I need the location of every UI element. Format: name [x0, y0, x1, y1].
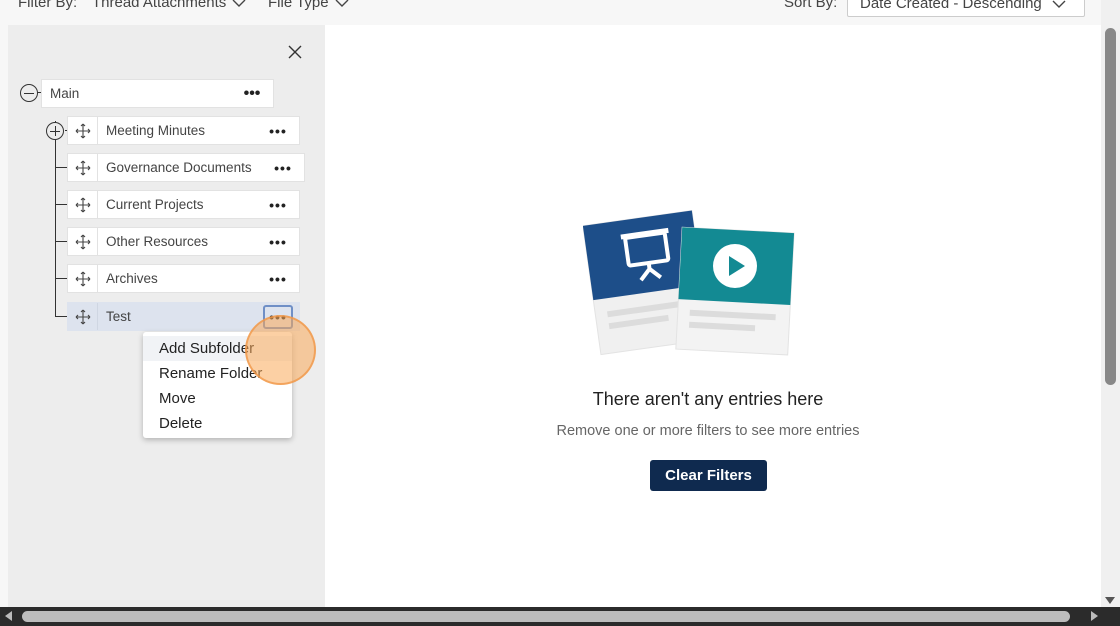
move-icon[interactable]	[68, 154, 98, 181]
filter-by-label: Filter By:	[18, 0, 78, 11]
tree-node-test[interactable]: Test •••	[67, 302, 300, 331]
tree-node-label: Governance Documents	[106, 160, 252, 175]
move-icon[interactable]	[68, 228, 98, 255]
thread-attachments-dropdown[interactable]: Thread Attachments	[92, 0, 246, 11]
tree-node-label: Test	[106, 309, 131, 324]
scroll-left-icon[interactable]	[5, 611, 12, 621]
vertical-scrollbar[interactable]	[1101, 0, 1120, 608]
tree-node-label: Meeting Minutes	[106, 123, 206, 138]
tree-connector	[55, 121, 56, 316]
more-icon[interactable]: •••	[263, 267, 293, 291]
filter-bar: Filter By: Thread Attachments File Type …	[0, 0, 1101, 25]
scrollbar-corner	[1101, 607, 1120, 626]
tree-node-current-projects[interactable]: Current Projects •••	[67, 190, 300, 219]
file-type-dropdown[interactable]: File Type	[268, 0, 349, 11]
collapse-icon[interactable]	[20, 84, 38, 102]
more-icon[interactable]: •••	[237, 85, 267, 103]
more-icon[interactable]: •••	[263, 304, 293, 329]
expand-icon[interactable]	[46, 122, 64, 140]
scroll-down-icon[interactable]	[1105, 597, 1115, 604]
more-icon[interactable]: •••	[263, 119, 293, 143]
menu-item-rename-folder[interactable]: Rename Folder	[143, 361, 292, 386]
move-icon[interactable]	[68, 303, 98, 330]
sort-by-label: Sort By:	[784, 0, 838, 11]
menu-item-move[interactable]: Move	[143, 386, 292, 411]
folder-context-menu: Add Subfolder Rename Folder Move Delete	[143, 332, 292, 438]
sort-select-value: Date Created - Descending	[860, 0, 1042, 12]
entries-panel: There aren't any entries here Remove one…	[325, 25, 1101, 607]
thread-attachments-label: Thread Attachments	[92, 0, 227, 11]
move-icon[interactable]	[68, 265, 98, 292]
tree-node-governance-documents[interactable]: Governance Documents •••	[67, 153, 305, 182]
video-play-icon	[713, 244, 757, 288]
tree-node-archives[interactable]: Archives •••	[67, 264, 300, 293]
empty-state-illustration	[583, 209, 795, 356]
empty-state-title: There aren't any entries here	[592, 389, 824, 409]
clear-filters-button[interactable]: Clear Filters	[650, 460, 767, 491]
horizontal-scrollbar[interactable]	[0, 607, 1120, 626]
menu-item-delete[interactable]: Delete	[143, 411, 292, 436]
tree-node-label: Archives	[106, 271, 158, 286]
more-icon[interactable]: •••	[263, 193, 293, 217]
file-type-label: File Type	[268, 0, 329, 11]
scroll-right-icon[interactable]	[1091, 611, 1098, 621]
more-icon[interactable]: •••	[263, 230, 293, 254]
tree-node-label: Current Projects	[106, 197, 204, 212]
move-icon[interactable]	[68, 117, 98, 144]
tree-root-main[interactable]: Main •••	[41, 79, 274, 108]
sort-select[interactable]: Date Created - Descending	[847, 0, 1085, 17]
tree-node-meeting-minutes[interactable]: Meeting Minutes •••	[67, 116, 300, 145]
more-icon[interactable]: •••	[268, 156, 298, 180]
chevron-down-icon	[1052, 0, 1066, 8]
tree-node-label: Other Resources	[106, 234, 209, 249]
move-icon[interactable]	[68, 191, 98, 218]
tree-node-other-resources[interactable]: Other Resources •••	[67, 227, 300, 256]
chevron-down-icon	[232, 0, 246, 7]
menu-item-add-subfolder[interactable]: Add Subfolder	[143, 336, 292, 361]
folder-sidebar: Main ••• Meeting Minutes ••• Governance …	[8, 25, 325, 607]
chevron-down-icon	[335, 0, 349, 7]
vertical-scrollbar-thumb[interactable]	[1105, 28, 1116, 385]
horizontal-scrollbar-thumb[interactable]	[22, 611, 1070, 622]
close-icon[interactable]	[287, 44, 303, 60]
tree-node-label: Main	[50, 86, 80, 101]
empty-state-subtitle: Remove one or more filters to see more e…	[556, 423, 860, 439]
